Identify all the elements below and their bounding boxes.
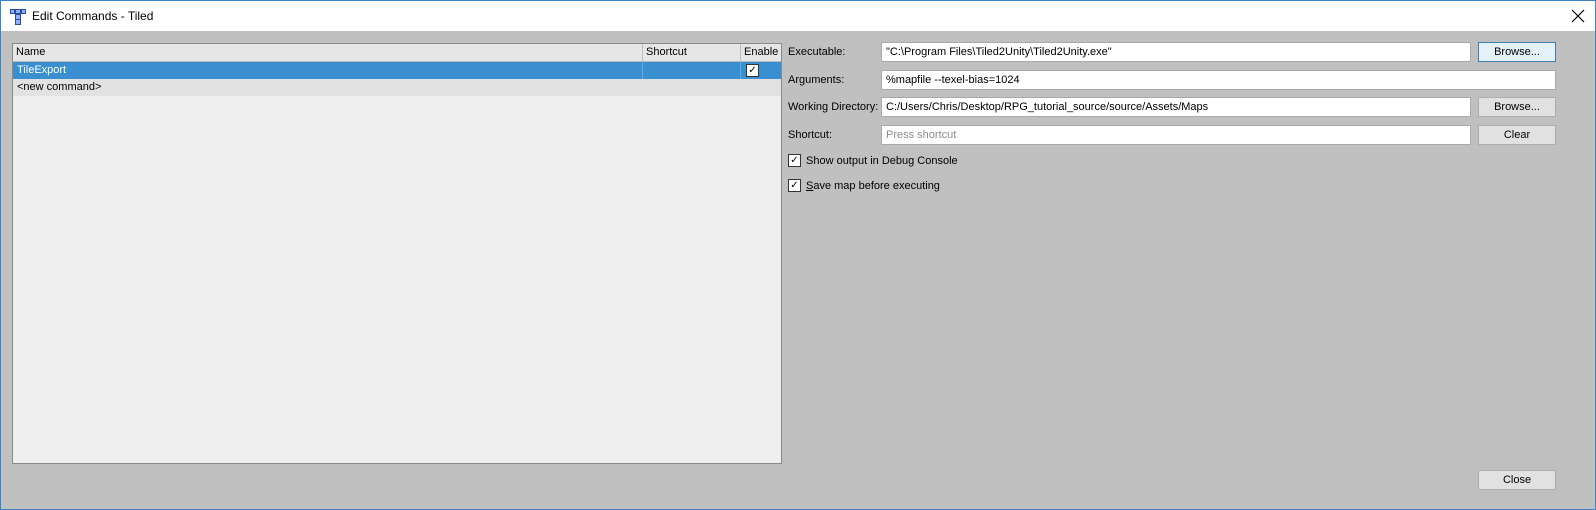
shortcut-field[interactable]: Press shortcut — [881, 125, 1471, 145]
check-icon: ✓ — [790, 155, 799, 166]
tiled-app-icon — [10, 9, 26, 25]
save-map-label[interactable]: Save map before executing — [806, 179, 940, 193]
working-directory-label: Working Directory: — [788, 101, 879, 113]
table-row[interactable]: <new command> — [13, 79, 781, 96]
executable-label: Executable: — [788, 46, 846, 58]
window-title: Edit Commands - Tiled — [32, 9, 154, 23]
browse-directory-button[interactable]: Browse... — [1478, 97, 1556, 117]
arguments-field[interactable]: %mapfile --texel-bias=1024 — [881, 70, 1556, 90]
show-output-checkbox[interactable]: ✓ — [788, 154, 801, 167]
column-header-name[interactable]: Name — [13, 44, 643, 61]
clear-shortcut-button[interactable]: Clear — [1478, 125, 1556, 145]
executable-field[interactable]: "C:\Program Files\Tiled2Unity\Tiled2Unit… — [881, 42, 1471, 62]
command-name-cell[interactable]: TileExport — [13, 62, 643, 79]
arguments-label: Arguments: — [788, 74, 845, 86]
save-map-checkbox[interactable]: ✓ — [788, 179, 801, 192]
save-map-label-rest: ave map before executing — [813, 180, 940, 192]
table-row[interactable]: TileExport ✓ — [13, 62, 781, 79]
edit-commands-window: Edit Commands - Tiled Name Shortcut Enab… — [0, 0, 1596, 510]
shortcut-label: Shortcut: — [788, 129, 833, 141]
commands-table[interactable]: Name Shortcut Enable TileExport ✓ <new c… — [12, 43, 782, 464]
working-directory-field[interactable]: C:/Users/Chris/Desktop/RPG_tutorial_sour… — [881, 97, 1471, 117]
column-header-shortcut[interactable]: Shortcut — [643, 44, 741, 61]
close-button[interactable]: Close — [1478, 470, 1556, 490]
check-icon: ✓ — [790, 180, 799, 191]
show-output-label[interactable]: Show output in Debug Console — [806, 154, 958, 168]
table-header: Name Shortcut Enable — [13, 44, 781, 62]
check-icon: ✓ — [748, 65, 757, 76]
new-command-cell[interactable]: <new command> — [13, 79, 643, 96]
enable-checkbox[interactable]: ✓ — [746, 64, 759, 77]
column-header-enable[interactable]: Enable — [741, 44, 781, 61]
command-shortcut-cell[interactable] — [643, 62, 741, 79]
browse-executable-button[interactable]: Browse... — [1478, 42, 1556, 62]
title-bar[interactable]: Edit Commands - Tiled — [1, 1, 1595, 31]
close-icon[interactable] — [1569, 7, 1587, 25]
